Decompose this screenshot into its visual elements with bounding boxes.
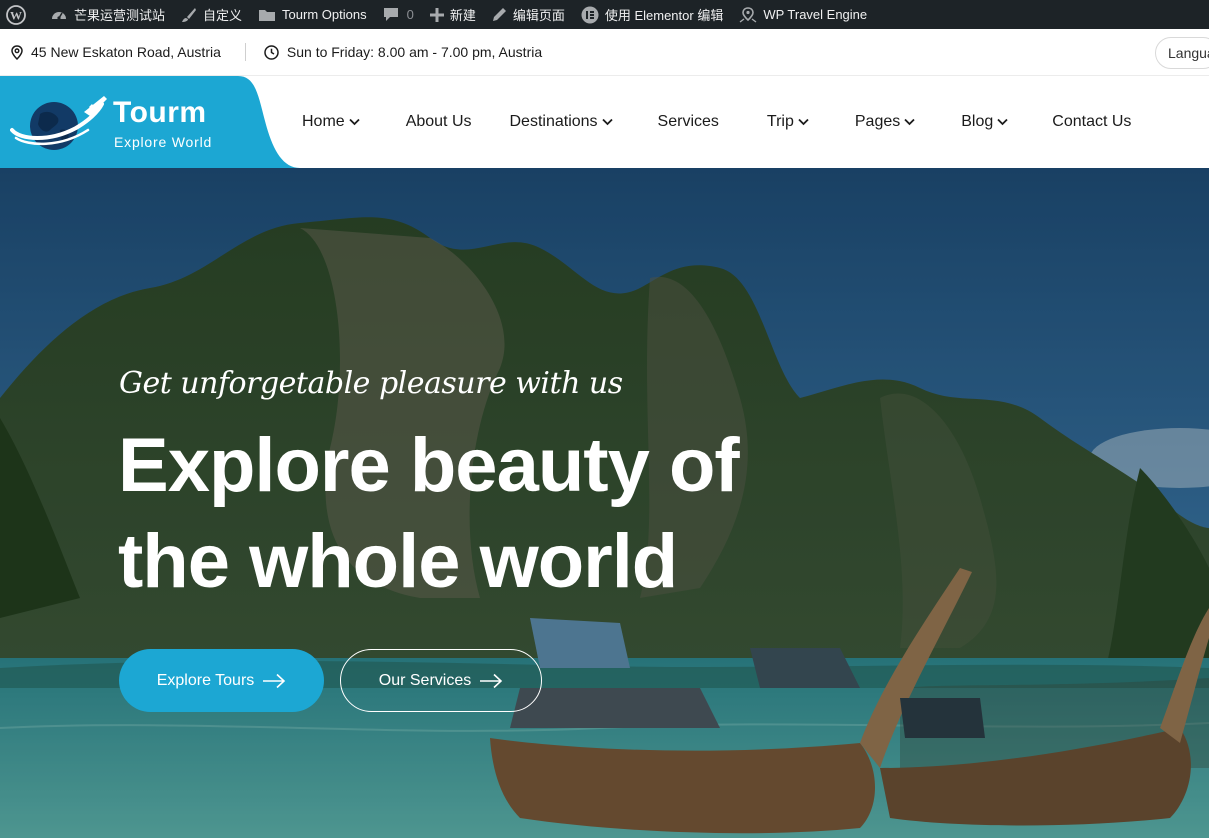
nav-label-services: Services	[657, 113, 719, 130]
hero-section: Get unforgetable pleasure with us Explor…	[0, 168, 1209, 838]
globe-airplane-icon	[10, 96, 107, 150]
address-info: 45 New Eskaton Road, Austria	[0, 44, 221, 60]
site-header: Tourm Explore World Home About Us Destin…	[0, 76, 1209, 168]
arrow-right-icon	[263, 673, 286, 688]
hero-headline-line-2: the whole world	[118, 519, 678, 604]
explore-tours-button[interactable]: Explore Tours	[119, 649, 324, 712]
nav-label-home: Home	[302, 113, 345, 130]
main-navigation: Home About Us Destinations Services Trip…	[302, 76, 1131, 168]
info-divider	[244, 43, 246, 61]
address-text: 45 New Eskaton Road, Austria	[31, 44, 221, 60]
wp-travel-engine-link[interactable]: WP Travel Engine	[731, 0, 875, 29]
chevron-down-icon	[798, 118, 809, 126]
chevron-down-icon	[349, 118, 360, 126]
theme-options-label: Tourm Options	[282, 7, 367, 22]
chevron-down-icon	[601, 118, 613, 126]
paintbrush-icon	[182, 7, 197, 22]
wordpress-logo-button[interactable]: W	[0, 0, 42, 29]
nav-label-trip: Trip	[766, 113, 794, 130]
nav-label-pages: Pages	[854, 113, 901, 130]
svg-text:W: W	[10, 8, 22, 22]
site-name-label: 芒果运营测试站	[74, 8, 166, 23]
logo[interactable]: Tourm Explore World	[0, 76, 300, 168]
nav-item-services[interactable]: Services	[658, 113, 719, 131]
logo-title: Tourm	[113, 96, 207, 129]
hero-headline: Explore beauty of the whole world	[118, 418, 838, 610]
explore-tours-label: Explore Tours	[156, 671, 255, 689]
wp-travel-engine-label: WP Travel Engine	[763, 7, 868, 22]
new-content-label: 新建	[449, 8, 476, 23]
dashboard-gauge-icon	[52, 11, 66, 20]
hero-headline-line-1: Explore beauty of	[118, 423, 740, 508]
folder-icon	[259, 9, 276, 21]
arrow-right-icon	[480, 673, 503, 688]
hero-tagline: Get unforgetable pleasure with us	[119, 366, 623, 401]
chevron-down-icon	[997, 118, 1008, 126]
location-pin-icon	[11, 44, 23, 60]
nav-label-destinations: Destinations	[509, 113, 598, 130]
nav-label-contact: Contact Us	[1052, 113, 1132, 130]
elementor-edit-label: 使用 Elementor 编辑	[604, 8, 724, 23]
hours-info: Sun to Friday: 8.00 am - 7.00 pm, Austri…	[264, 44, 542, 60]
new-content-link[interactable]: 新建	[422, 0, 484, 29]
clock-icon	[264, 44, 279, 60]
nav-item-pages[interactable]: Pages	[855, 113, 915, 131]
plus-icon	[429, 7, 444, 22]
hours-text: Sun to Friday: 8.00 am - 7.00 pm, Austri…	[286, 44, 543, 60]
comment-bubble-icon	[383, 8, 398, 21]
our-services-button[interactable]: Our Services	[340, 649, 542, 712]
our-services-label: Our Services	[378, 671, 472, 689]
elementor-edit-link[interactable]: 使用 Elementor 编辑	[573, 0, 731, 29]
top-info-bar: 45 New Eskaton Road, Austria Sun to Frid…	[0, 29, 1209, 76]
map-pin-route-icon	[739, 6, 757, 23]
edit-page-label: 编辑页面	[512, 8, 565, 23]
customize-label: 自定义	[203, 8, 243, 23]
customize-link[interactable]: 自定义	[173, 0, 250, 29]
wp-admin-bar: W 芒果运营测试站 自定义 Tourm Options 0 新建 编辑页面 使用…	[0, 0, 1209, 29]
site-name-link[interactable]: 芒果运营测试站	[42, 0, 173, 29]
comments-count: 0	[406, 7, 414, 22]
nav-item-home[interactable]: Home	[302, 113, 360, 131]
wordpress-icon: W	[6, 4, 26, 25]
nav-label-blog: Blog	[961, 113, 994, 130]
logo-subtitle: Explore World	[114, 134, 213, 150]
comments-link[interactable]: 0	[375, 0, 422, 29]
nav-item-about[interactable]: About Us	[406, 113, 472, 131]
elementor-icon	[581, 6, 599, 23]
language-selector[interactable]: Language	[1155, 37, 1209, 69]
nav-item-trip[interactable]: Trip	[767, 113, 809, 131]
nav-item-blog[interactable]: Blog	[961, 113, 1008, 131]
nav-label-about: About Us	[405, 113, 472, 130]
language-label: Language	[1168, 45, 1209, 61]
chevron-down-icon	[904, 118, 915, 126]
edit-page-link[interactable]: 编辑页面	[484, 0, 573, 29]
nav-item-destinations[interactable]: Destinations	[510, 113, 613, 131]
nav-item-contact[interactable]: Contact Us	[1052, 113, 1131, 131]
theme-options-link[interactable]: Tourm Options	[250, 0, 375, 29]
pencil-icon	[492, 8, 506, 21]
